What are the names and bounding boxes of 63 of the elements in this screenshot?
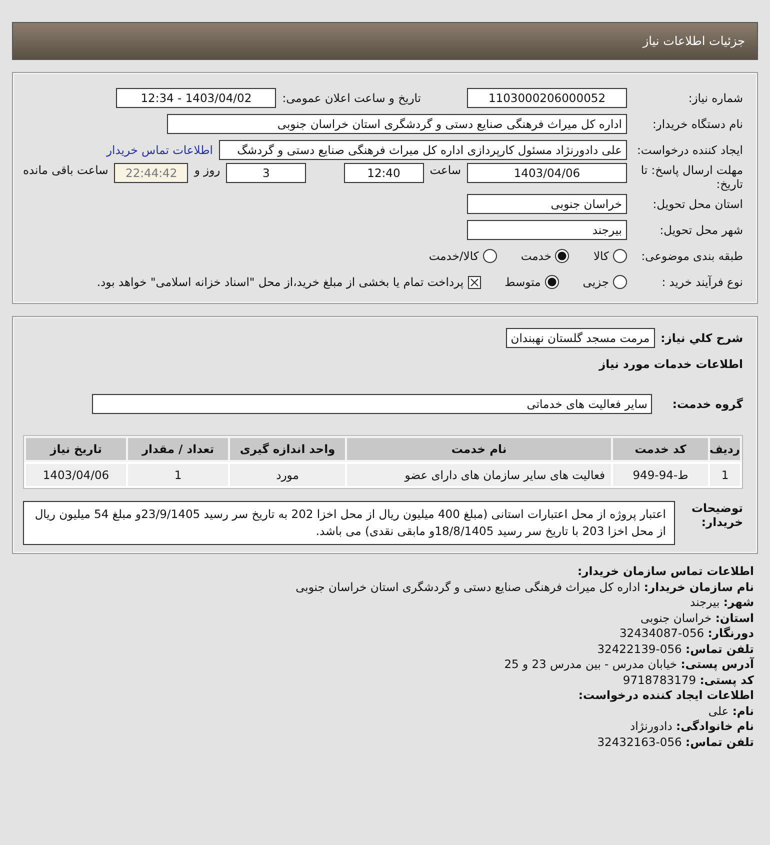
section-title: اطلاعات خدمات مورد نیاز	[599, 357, 743, 371]
table-cell: 1	[710, 464, 740, 486]
contact-line: شهر: بیرجند	[689, 595, 754, 610]
field-label: نام دستگاه خریدار:	[651, 117, 743, 131]
field-label: روز و	[194, 163, 220, 177]
field-label: شرح کلي نياز:	[660, 331, 743, 345]
time-field: 12:40	[344, 163, 424, 183]
radio-button[interactable]	[544, 275, 559, 289]
value-field: 1403/04/02 - 12:34	[116, 88, 276, 108]
contact-line: نام: علی	[707, 704, 754, 719]
column-header: واحد اندازه گیری	[230, 438, 345, 460]
date-field: 1403/04/06	[467, 163, 627, 183]
notes-field: اعتبار پروژه از محل اعتبارات استانی (مبلغ 400 میلیون ریال از محل اخزا 202 به تاریخ سر رسید 23/9/1405و مبلغ 54 میلیون ریال از محل اخزا 203 با تاریخ سر رسید 18/8/1405و مابقی نقدی) می باشد.	[23, 501, 675, 545]
table-cell: 1	[128, 464, 228, 486]
value-field: علی دادورنژاد مسئول کارپردازی اداره کل میراث فرهنگی صنایع دستی و گردشگ	[219, 140, 627, 160]
section-title: اطلاعات تماس سازمان خریدار:	[576, 564, 754, 580]
checkbox[interactable]	[468, 276, 481, 288]
field-label: طبقه بندی موضوعی:	[640, 249, 743, 263]
table-cell: 1403/04/06	[26, 464, 126, 486]
field-label: تاریخ و ساعت اعلان عمومی:	[282, 91, 421, 105]
value-field: سایر فعالیت های خدماتی	[92, 394, 652, 414]
column-header: کد خدمت	[613, 438, 708, 460]
value-field: خراسان جنوبی	[467, 194, 627, 214]
days-field: 3	[226, 163, 306, 183]
field-label: ساعت	[430, 163, 461, 177]
table-cell: فعالیت های سایر سازمان های دارای عضو	[347, 464, 611, 486]
radio-label: جزیی	[582, 275, 609, 289]
radio-button[interactable]	[613, 275, 627, 289]
value-field: مرمت مسجد گلستان نهبندان	[506, 328, 655, 348]
radio-label: کالا/خدمت	[428, 249, 479, 263]
buyer-contact-link[interactable]: اطلاعات تماس خریدار	[106, 143, 213, 157]
field-label: گروه خدمت:	[672, 397, 743, 411]
field-label: ایجاد کننده درخواست:	[636, 143, 743, 157]
value-field: 1103000206000052	[467, 88, 627, 108]
column-header: نام خدمت	[347, 438, 611, 460]
section-title: اطلاعات ایجاد کننده درخواست:	[577, 688, 754, 704]
contact-line: آدرس پستی: خیابان مدرس - بین مدرس 23 و 25	[503, 657, 754, 672]
table-cell: ط-94-949	[613, 464, 708, 486]
contact-line: استان: خراسان جنوبی	[639, 610, 754, 626]
field-label: مهلت ارسال پاسخ: تا تاریخ:	[640, 163, 743, 191]
page-title: جزئیات اطلاعات نیاز	[642, 34, 745, 48]
field-label: شماره نیاز:	[687, 91, 743, 105]
checkbox-label: پرداخت تمام یا بخشی از مبلغ خرید،از محل "اسناد خزانه اسلامی" خواهد بود.	[96, 275, 464, 289]
value-field: اداره کل میراث فرهنگی صنایع دستی و گردشگری استان خراسان جنوبی	[167, 114, 627, 134]
value-field: بیرجند	[467, 220, 627, 240]
radio-button[interactable]	[482, 249, 497, 263]
field-label: توضیحات خریدار:	[690, 501, 743, 529]
field-label: استان محل تحویل:	[652, 197, 743, 211]
radio-label: متوسط	[504, 275, 541, 289]
column-header: ردیف	[710, 438, 740, 460]
column-header: تعداد / مقدار	[128, 438, 228, 460]
column-header: تاریخ نیاز	[26, 438, 126, 460]
radio-button[interactable]	[613, 249, 627, 263]
radio-button[interactable]	[555, 249, 570, 263]
contact-line: نام خانوادگی: دادورنژاد	[628, 719, 754, 734]
field-label: شهر محل تحویل:	[658, 223, 743, 237]
table-cell: مورد	[230, 464, 345, 486]
remaining-time-field: 22:44:42	[114, 163, 188, 183]
radio-label: خدمت	[520, 249, 552, 263]
contact-line: نام سازمان خریدار: اداره کل میراث فرهنگی صنایع دستی و گردشگری استان خراسان جنوبی	[294, 580, 754, 595]
radio-label: کالا	[593, 249, 609, 263]
field-label: نوع فرآیند خرید :	[660, 275, 743, 289]
field-label: ساعت باقی مانده	[23, 163, 108, 177]
